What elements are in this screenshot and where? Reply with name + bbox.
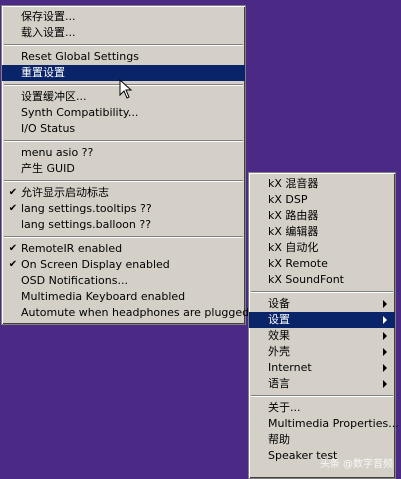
menu-item-label: 关于... xyxy=(268,401,301,414)
menu-item-label: Multimedia Properties... xyxy=(268,417,399,430)
menu-item-label: Multimedia Keyboard enabled xyxy=(21,290,186,303)
menu-item-label: OSD Notifications... xyxy=(21,274,128,287)
menu-item-label: Reset Global Settings xyxy=(21,50,139,63)
menu-item-show-splash[interactable]: ✔ 允许显示启动标志 xyxy=(2,185,245,201)
menu-item-synth-compatibility[interactable]: Synth Compatibility... xyxy=(2,105,245,121)
menu-item-label: kX SoundFont xyxy=(268,273,344,286)
menu-item-label: kX 路由器 xyxy=(268,209,319,222)
menu-item-help[interactable]: 帮助 xyxy=(249,432,395,448)
menu-item-kx-automation[interactable]: kX 自动化 xyxy=(249,240,395,256)
menu-item-internet[interactable]: Internet xyxy=(249,360,395,376)
menu-item-label: 效果 xyxy=(268,329,290,342)
menu-separator xyxy=(4,140,243,142)
menu-item-label: 载入设置... xyxy=(21,26,76,39)
menu-item-label: 重置设置 xyxy=(21,66,65,79)
menu-item-kx-editor[interactable]: kX 编辑器 xyxy=(249,224,395,240)
menu-item-menu-asio[interactable]: menu asio ?? xyxy=(2,145,245,161)
menu-item-label: Synth Compatibility... xyxy=(21,106,139,119)
menu-separator xyxy=(4,84,243,86)
menu-item-label: Internet xyxy=(268,361,312,374)
menu-item-label: On Screen Display enabled xyxy=(21,258,170,271)
menu-item-kx-router[interactable]: kX 路由器 xyxy=(249,208,395,224)
menu-item-label: lang settings.tooltips ?? xyxy=(21,202,152,215)
menu-item-generate-guid[interactable]: 产生 GUID xyxy=(2,161,245,177)
menu-item-label: 允许显示启动标志 xyxy=(21,186,109,199)
menu-item-multimedia-keyboard[interactable]: Multimedia Keyboard enabled xyxy=(2,289,245,305)
menu-separator xyxy=(4,236,243,238)
menu-item-label: kX DSP xyxy=(268,193,308,206)
menu-item-label: 设备 xyxy=(268,297,290,310)
menu-item-label: 语言 xyxy=(268,377,290,390)
checkmark-icon: ✔ xyxy=(8,259,18,270)
menu-item-label: kX 自动化 xyxy=(268,241,319,254)
menu-item-devices[interactable]: 设备 xyxy=(249,296,395,312)
menu-item-multimedia-properties[interactable]: Multimedia Properties... xyxy=(249,416,399,432)
menu-separator xyxy=(4,180,243,182)
menu-item-label: kX Remote xyxy=(268,257,328,270)
menu-separator xyxy=(251,291,393,293)
menu-item-reset-settings[interactable]: 重置设置 xyxy=(2,65,245,81)
menu-item-kx-dsp[interactable]: kX DSP xyxy=(249,192,395,208)
menu-separator xyxy=(4,44,243,46)
menu-item-label: RemoteIR enabled xyxy=(21,242,123,255)
menu-item-label: 保存设置... xyxy=(21,10,76,23)
menu-item-settings[interactable]: 设置 xyxy=(249,312,395,328)
menu-item-label: Automute when headphones are plugged-in xyxy=(21,306,264,319)
submenu-arrow-icon xyxy=(383,364,387,372)
menu-item-io-status[interactable]: I/O Status xyxy=(2,121,245,137)
submenu-arrow-icon xyxy=(383,300,387,308)
menu-item-kx-soundfont[interactable]: kX SoundFont xyxy=(249,272,395,288)
checkmark-icon: ✔ xyxy=(8,243,18,254)
menu-item-automute-headphones[interactable]: Automute when headphones are plugged-in xyxy=(2,305,263,321)
menu-item-kx-remote[interactable]: kX Remote xyxy=(249,256,395,272)
menu-item-about[interactable]: 关于... xyxy=(249,400,395,416)
menu-item-skins[interactable]: 外壳 xyxy=(249,344,395,360)
menu-item-reset-global-settings[interactable]: Reset Global Settings xyxy=(2,49,245,65)
menu-item-load-settings[interactable]: 载入设置... xyxy=(2,25,245,41)
menu-item-label: kX 编辑器 xyxy=(268,225,319,238)
menu-item-label: kX 混音器 xyxy=(268,177,319,190)
menu-item-balloon[interactable]: lang settings.balloon ?? xyxy=(2,217,245,233)
watermark: 头条 @数字音频 xyxy=(319,459,393,470)
kx-tray-popup-menu: kX 混音器 kX DSP kX 路由器 kX 编辑器 kX 自动化 kX Re… xyxy=(248,172,399,479)
menu-item-label: 产生 GUID xyxy=(21,162,75,175)
menu-item-label: 外壳 xyxy=(268,345,290,358)
submenu-arrow-icon xyxy=(383,380,387,388)
menu-item-osd-enabled[interactable]: ✔ On Screen Display enabled xyxy=(2,257,245,273)
menu-separator xyxy=(251,395,393,397)
checkmark-icon: ✔ xyxy=(8,187,18,198)
menu-item-label: 设置缓冲区... xyxy=(21,90,87,103)
menu-item-osd-notifications[interactable]: OSD Notifications... xyxy=(2,273,245,289)
menu-item-kx-mixer[interactable]: kX 混音器 xyxy=(249,176,395,192)
menu-item-save-settings[interactable]: 保存设置... xyxy=(2,9,245,25)
checkmark-icon: ✔ xyxy=(8,203,18,214)
menu-item-tooltips[interactable]: ✔ lang settings.tooltips ?? xyxy=(2,201,245,217)
menu-item-label: I/O Status xyxy=(21,122,76,135)
menu-item-buffer-settings[interactable]: 设置缓冲区... xyxy=(2,89,245,105)
menu-item-label: 设置 xyxy=(268,313,290,326)
menu-item-label: menu asio ?? xyxy=(21,146,94,159)
menu-item-remoteir-enabled[interactable]: ✔ RemoteIR enabled xyxy=(2,241,245,257)
submenu-arrow-icon xyxy=(383,316,387,324)
menu-item-language[interactable]: 语言 xyxy=(249,376,395,392)
menu-item-effects[interactable]: 效果 xyxy=(249,328,395,344)
menu-item-label: 帮助 xyxy=(268,433,290,446)
menu-item-label: lang settings.balloon ?? xyxy=(21,218,152,231)
settings-popup-menu: 保存设置... 载入设置... Reset Global Settings 重置… xyxy=(1,5,263,325)
submenu-arrow-icon xyxy=(383,348,387,356)
submenu-arrow-icon xyxy=(383,332,387,340)
